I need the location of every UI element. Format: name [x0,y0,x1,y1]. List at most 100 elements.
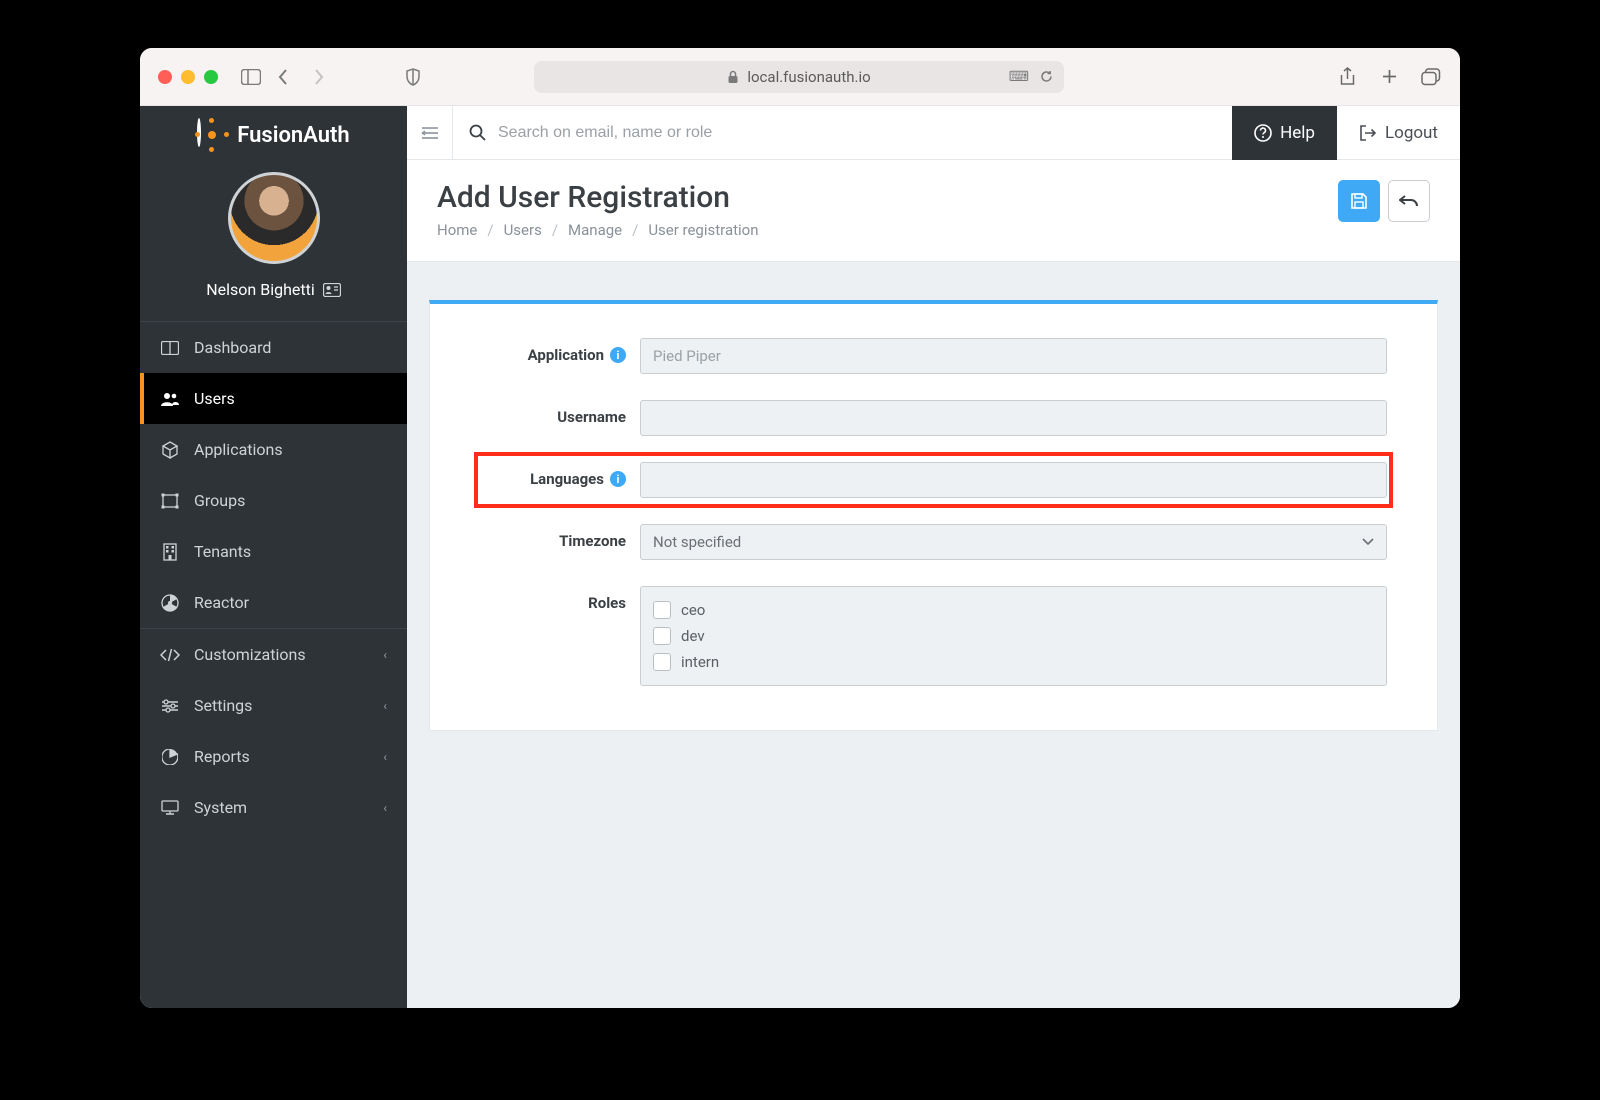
sidebar-item-groups[interactable]: Groups [140,475,407,526]
sidebar-item-label: Reactor [194,593,249,612]
form-panel: Application i Pied Piper Username [429,300,1438,731]
chevron-left-icon: ‹ [383,699,387,713]
pie-chart-icon [160,749,180,765]
brand-name: FusionAuth [237,123,349,148]
sidebar-item-applications[interactable]: Applications [140,424,407,475]
field-languages: Languages i [476,454,1391,506]
translate-icon[interactable]: ⌨︎ [1009,69,1029,85]
role-item[interactable]: dev [653,623,1374,649]
role-item[interactable]: intern [653,649,1374,675]
browser-window: local.fusionauth.io ⌨︎ [140,48,1460,1008]
sidebar-item-settings[interactable]: Settings ‹ [140,680,407,731]
close-window-icon[interactable] [158,70,172,84]
maximize-window-icon[interactable] [204,70,218,84]
minimize-window-icon[interactable] [181,70,195,84]
sidebar-item-reports[interactable]: Reports ‹ [140,731,407,782]
avatar[interactable] [228,172,320,264]
roles-box: ceo dev intern [640,586,1387,686]
tabs-overview-icon[interactable] [1420,66,1442,88]
timezone-select[interactable]: Not specified [640,524,1387,560]
sidebar-item-label: Applications [194,440,283,459]
code-icon [160,648,180,662]
breadcrumb-sep: / [552,221,558,239]
sidebar-item-reactor[interactable]: Reactor [140,577,407,628]
sidebar-item-system[interactable]: System ‹ [140,782,407,833]
logout-label: Logout [1385,123,1438,143]
window-controls [158,70,218,84]
shield-icon[interactable] [402,66,424,88]
page-title: Add User Registration [437,180,759,215]
groups-icon [160,493,180,509]
search-input[interactable] [498,124,1216,142]
help-icon [1254,124,1272,142]
search-wrap [453,124,1232,142]
users-icon [160,391,180,407]
profile-block: Nelson Bighetti [140,164,407,322]
breadcrumb-item[interactable]: Manage [568,221,622,239]
sidebar-item-label: Tenants [194,542,251,561]
breadcrumb-sep: / [632,221,638,239]
sidebar-item-users[interactable]: Users [140,373,407,424]
languages-input[interactable] [640,462,1387,498]
field-label: Username [557,408,626,426]
sidebar: FusionAuth Nelson Bighetti Dashboard [140,106,407,1008]
application-input[interactable]: Pied Piper [640,338,1387,374]
sliders-icon [160,699,180,713]
field-label: Languages [530,470,604,488]
field-username: Username [480,400,1387,436]
sidebar-item-dashboard[interactable]: Dashboard [140,322,407,373]
logout-button[interactable]: Logout [1337,106,1460,160]
checkbox[interactable] [653,601,671,619]
new-tab-icon[interactable] [1378,66,1400,88]
content: Application i Pied Piper Username [407,262,1460,769]
sidebar-collapse-button[interactable] [407,106,453,160]
lock-icon [727,70,739,84]
role-label: ceo [681,601,705,619]
breadcrumb-item[interactable]: Home [437,221,477,239]
field-label: Roles [588,594,626,612]
role-label: intern [681,653,719,671]
url-bar[interactable]: local.fusionauth.io ⌨︎ [534,61,1064,93]
info-icon[interactable]: i [610,471,626,487]
sidebar-item-tenants[interactable]: Tenants [140,526,407,577]
chevron-left-icon: ‹ [383,648,387,662]
breadcrumb-sep: / [487,221,493,239]
save-icon [1350,192,1368,210]
logout-icon [1359,125,1377,141]
back-icon[interactable] [272,66,294,88]
building-icon [160,543,180,561]
page-header: Add User Registration Home / Users / Man… [407,160,1460,262]
chevron-left-icon: ‹ [383,750,387,764]
checkbox[interactable] [653,653,671,671]
share-icon[interactable] [1336,66,1358,88]
help-label: Help [1280,123,1315,143]
help-button[interactable]: Help [1232,106,1337,160]
dashboard-icon [160,341,180,355]
sidebar-toggle-icon[interactable] [240,66,262,88]
role-item[interactable]: ceo [653,597,1374,623]
checkbox[interactable] [653,627,671,645]
url-text: local.fusionauth.io [747,68,870,86]
back-button[interactable] [1388,180,1430,222]
undo-icon [1399,193,1419,209]
chevron-down-icon [1362,538,1374,546]
topbar: Help Logout [407,106,1460,160]
monitor-icon [160,800,180,815]
forward-icon[interactable] [308,66,330,88]
profile-name: Nelson Bighetti [206,280,314,299]
field-timezone: Timezone Not specified [480,524,1387,560]
sidebar-item-label: Settings [194,696,252,715]
brand: FusionAuth [140,106,407,164]
sidebar-item-label: Users [194,389,235,408]
sidebar-item-label: System [194,798,247,817]
sidebar-nav: Dashboard Users Applications Groups Tena… [140,322,407,833]
username-input[interactable] [640,400,1387,436]
breadcrumb-item[interactable]: Users [504,221,542,239]
reload-icon[interactable] [1039,69,1054,84]
sidebar-item-label: Dashboard [194,338,271,357]
chevron-left-icon: ‹ [383,801,387,815]
sidebar-item-customizations[interactable]: Customizations ‹ [140,628,407,680]
save-button[interactable] [1338,180,1380,222]
role-label: dev [681,627,705,645]
info-icon[interactable]: i [610,347,626,363]
